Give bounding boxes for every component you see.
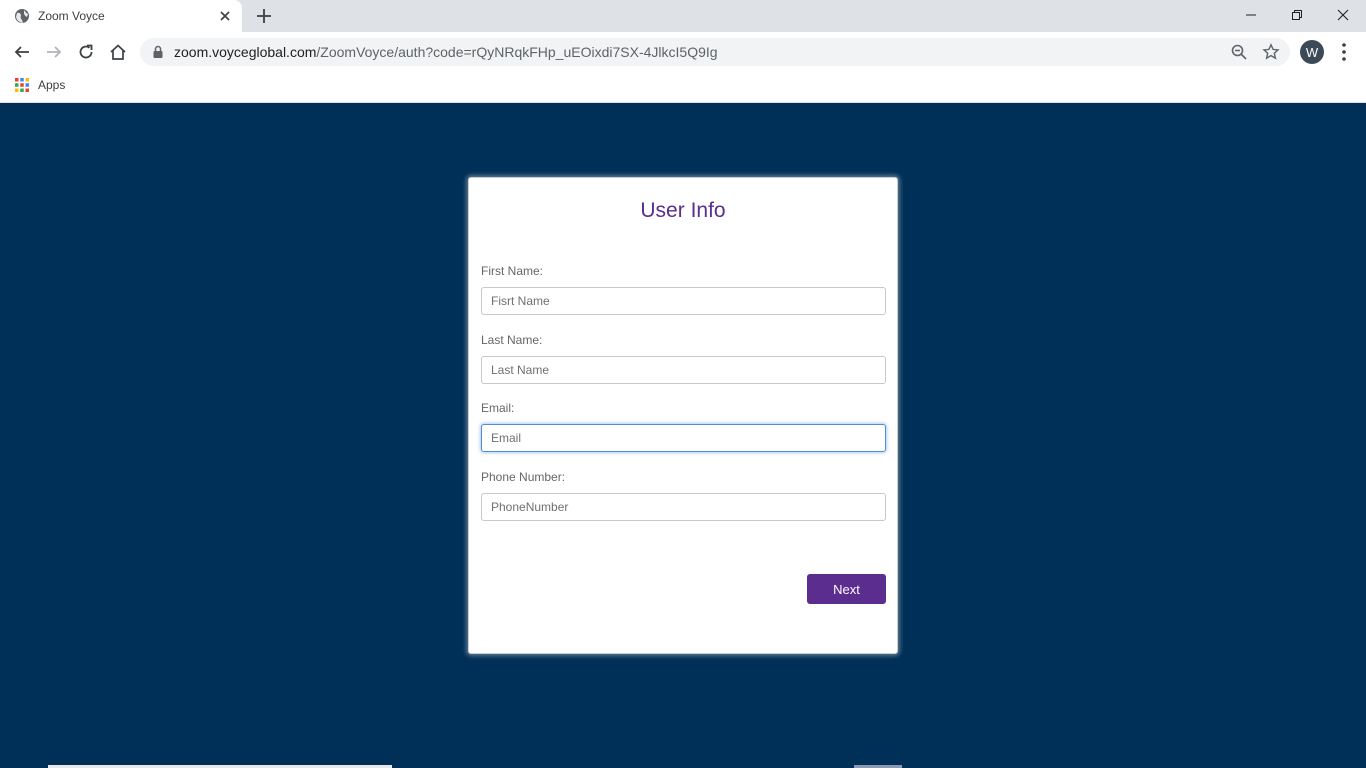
user-info-card: User Info First Name: Last Name: Email: … — [468, 177, 898, 654]
reload-icon — [79, 44, 93, 59]
url-text[interactable]: zoom.voyceglobal.com/ZoomVoyce/auth?code… — [174, 44, 718, 60]
first-name-field[interactable] — [481, 287, 886, 315]
restore-button[interactable] — [1274, 0, 1320, 30]
url-path: /ZoomVoyce/auth?code=rQyNRqkFHp_uEOixdi7… — [316, 44, 718, 60]
new-tab-icon[interactable] — [254, 6, 274, 26]
star-icon[interactable] — [1262, 43, 1280, 61]
next-button[interactable]: Next — [807, 574, 886, 604]
window-close-button[interactable] — [1320, 0, 1366, 30]
reload-button[interactable] — [74, 40, 98, 64]
globe-icon — [15, 9, 29, 23]
email-label: Email: — [481, 401, 515, 415]
url-host: zoom.voyceglobal.com — [174, 44, 317, 60]
home-icon — [110, 44, 126, 60]
email-field[interactable] — [481, 424, 886, 452]
tab-title: Zoom Voyce — [38, 9, 105, 23]
first-name-label: First Name: — [481, 264, 544, 278]
profile-avatar[interactable]: W — [1300, 40, 1324, 64]
tab-zoom-voyce[interactable]: Zoom Voyce — [0, 0, 242, 32]
lock-icon[interactable] — [152, 45, 164, 59]
bookmarks-bar: Apps — [0, 72, 1366, 103]
window-close-icon — [1337, 9, 1349, 21]
more-vert-icon[interactable] — [1336, 40, 1352, 64]
arrow-right-icon — [47, 46, 62, 58]
minimize-icon — [1246, 14, 1256, 16]
phone-number-field[interactable] — [481, 493, 886, 521]
back-button[interactable] — [10, 40, 34, 64]
minimize-button[interactable] — [1228, 0, 1274, 30]
forward-button[interactable] — [42, 40, 66, 64]
restore-icon — [1292, 10, 1302, 20]
home-button[interactable] — [106, 40, 130, 64]
address-bar[interactable]: zoom.voyceglobal.com/ZoomVoyce/auth?code… — [140, 38, 1290, 66]
arrow-left-icon — [14, 46, 29, 58]
tab-strip: Zoom Voyce — [0, 0, 1366, 32]
close-icon[interactable] — [218, 9, 232, 23]
apps-grid-icon[interactable] — [14, 77, 30, 93]
last-name-label: Last Name: — [481, 333, 543, 347]
page-title: User Info — [640, 199, 726, 222]
apps-bookmark[interactable]: Apps — [38, 77, 65, 93]
last-name-field[interactable] — [481, 356, 886, 384]
zoom-out-icon[interactable] — [1230, 43, 1248, 61]
browser-toolbar: zoom.voyceglobal.com/ZoomVoyce/auth?code… — [0, 32, 1366, 72]
phone-number-label: Phone Number: — [481, 470, 566, 484]
